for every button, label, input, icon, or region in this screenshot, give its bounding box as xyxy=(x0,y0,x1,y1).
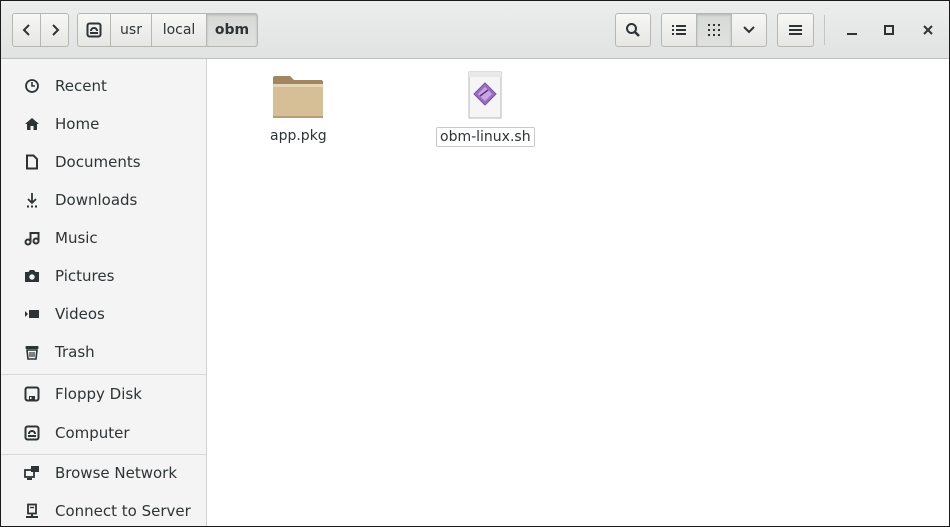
script-file-icon xyxy=(468,71,502,119)
file-name: obm-linux.sh xyxy=(436,127,535,147)
list-view-button[interactable] xyxy=(661,13,697,47)
file-name: app.pkg xyxy=(270,128,327,144)
close-button[interactable] xyxy=(915,17,941,43)
sidebar-item-label: Floppy Disk xyxy=(55,385,142,403)
trash-icon xyxy=(21,341,43,363)
drive-icon xyxy=(86,22,102,38)
video-icon xyxy=(21,303,43,325)
chevron-down-icon xyxy=(743,26,755,34)
sidebar-item-videos[interactable]: Videos xyxy=(1,295,206,333)
header-separator xyxy=(824,15,825,45)
sidebar-item-browse-network[interactable]: Browse Network xyxy=(1,454,206,492)
search-button[interactable] xyxy=(615,13,651,47)
sidebar-item-label: Computer xyxy=(55,424,130,442)
sidebar: Recent Home Documents Downloads Music Pi… xyxy=(1,59,207,526)
back-button[interactable] xyxy=(12,13,41,47)
list-view-icon xyxy=(672,25,686,35)
camera-icon xyxy=(21,265,43,287)
minimize-button[interactable] xyxy=(839,17,865,43)
hamburger-icon xyxy=(789,25,802,35)
computer-icon xyxy=(21,422,43,444)
download-icon xyxy=(21,189,43,211)
grid-view-icon xyxy=(708,24,720,36)
sidebar-item-label: Home xyxy=(55,115,100,133)
breadcrumb-label: usr xyxy=(120,22,142,38)
sidebar-item-connect-to-server[interactable]: Connect to Server xyxy=(1,492,206,526)
sidebar-item-downloads[interactable]: Downloads xyxy=(1,181,206,219)
folder-icon xyxy=(273,76,324,118)
sidebar-item-label: Trash xyxy=(55,343,95,361)
sidebar-item-recent[interactable]: Recent xyxy=(1,67,206,105)
breadcrumb-local[interactable]: local xyxy=(151,13,207,47)
file-manager-window: usr local obm Recent Home Documents Down… xyxy=(0,0,950,527)
sidebar-item-label: Documents xyxy=(55,153,141,171)
file-item-app-pkg[interactable]: app.pkg xyxy=(267,73,330,145)
breadcrumb-label: local xyxy=(162,22,196,38)
grid-view-button[interactable] xyxy=(696,13,732,47)
sidebar-item-home[interactable]: Home xyxy=(1,105,206,143)
sidebar-item-label: Recent xyxy=(55,77,107,95)
file-item-obm-linux-sh[interactable]: obm-linux.sh xyxy=(436,69,535,147)
breadcrumb-usr[interactable]: usr xyxy=(110,13,152,47)
maximize-icon xyxy=(884,25,894,35)
floppy-icon xyxy=(21,383,43,405)
file-view: app.pkg obm-linux.sh xyxy=(207,59,949,526)
sidebar-item-label: Videos xyxy=(55,305,105,323)
close-icon xyxy=(923,25,933,35)
sidebar-item-label: Pictures xyxy=(55,267,115,285)
sidebar-item-label: Downloads xyxy=(55,191,138,209)
document-icon xyxy=(21,151,43,173)
forward-button[interactable] xyxy=(40,13,69,47)
sidebar-item-pictures[interactable]: Pictures xyxy=(1,257,206,295)
chevron-right-icon xyxy=(51,24,59,36)
chevron-left-icon xyxy=(22,24,30,36)
breadcrumb-label: obm xyxy=(214,22,250,38)
sidebar-item-label: Connect to Server xyxy=(55,502,191,520)
clock-icon xyxy=(21,75,43,97)
home-icon xyxy=(21,113,43,135)
server-icon xyxy=(21,500,43,522)
breadcrumb-root-button[interactable] xyxy=(77,13,111,47)
sidebar-item-computer[interactable]: Computer xyxy=(1,414,206,452)
sidebar-item-label: Browse Network xyxy=(55,464,178,482)
sidebar-item-music[interactable]: Music xyxy=(1,219,206,257)
sidebar-item-floppy-disk[interactable]: Floppy Disk xyxy=(1,375,206,413)
maximize-button[interactable] xyxy=(876,17,902,43)
sidebar-item-trash[interactable]: Trash xyxy=(1,333,206,371)
sidebar-item-label: Music xyxy=(55,229,98,247)
menu-button[interactable] xyxy=(777,13,814,47)
music-icon xyxy=(21,227,43,249)
sidebar-item-documents[interactable]: Documents xyxy=(1,143,206,181)
network-icon xyxy=(21,462,43,484)
header-bar: usr local obm xyxy=(1,1,949,59)
breadcrumb-obm[interactable]: obm xyxy=(206,13,258,47)
search-icon xyxy=(626,23,640,37)
minimize-icon xyxy=(847,33,857,35)
view-options-button[interactable] xyxy=(731,13,767,47)
